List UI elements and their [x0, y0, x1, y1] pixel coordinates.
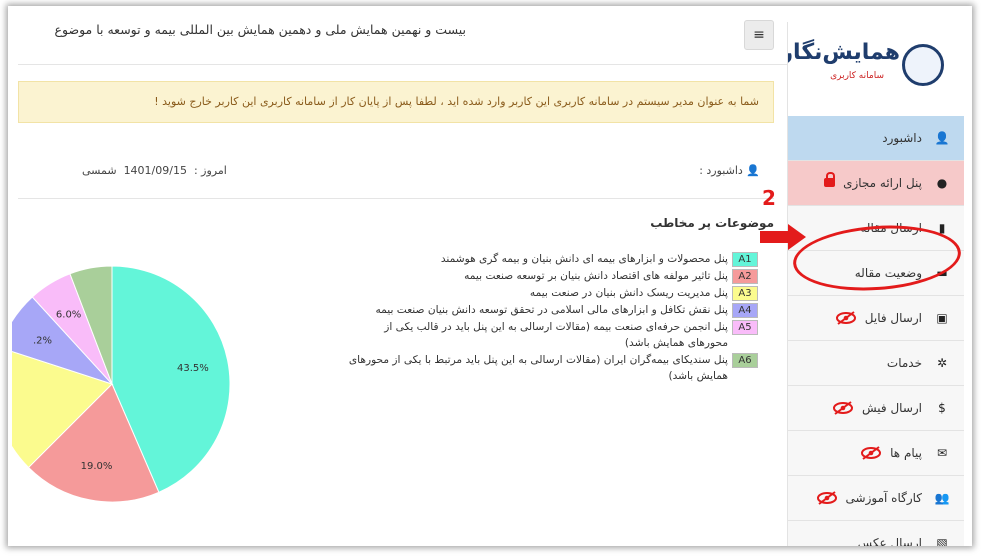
menu-toggle-button[interactable]: ≡: [744, 20, 774, 50]
legend-item: A3 پنل مدیریت ریسک دانش بنیان در صنعت بیم…: [348, 285, 758, 301]
hidden-eye-icon: [835, 311, 856, 325]
users-icon: 👥: [934, 491, 950, 505]
pie-data-label: 6.0%: [56, 310, 81, 321]
sidebar-item-upload[interactable]: ▣ ارسال فایل: [788, 296, 964, 341]
sidebar-item-image[interactable]: ▧ ارسال عکس: [788, 521, 964, 546]
hidden-eye-icon: [832, 401, 853, 415]
pie-data-label: 43.5%: [177, 363, 209, 374]
sidebar-item-users[interactable]: 👥 کارگاه آموزشی: [788, 476, 964, 521]
sidebar-item-label: ارسال عکس: [857, 536, 922, 546]
topics-pie-chart: 43.5% 19.0% .2% 6.0%: [12, 265, 231, 503]
bars-icon: ≡: [753, 27, 765, 43]
legend-item: A6 پنل سندیکای بیمه‌گران ایران (مقالات ار…: [348, 352, 758, 384]
sidebar-item-label: پنل ارائه مجازی: [843, 176, 922, 190]
legend-text: پنل سندیکای بیمه‌گران ایران (مقالات ارسا…: [348, 354, 728, 382]
dollar-icon: $: [938, 401, 946, 415]
user-icon: 👤: [746, 164, 760, 177]
legend-item: A2 پنل تاثیر مولفه های اقتصاد دانش بنیان …: [348, 268, 758, 284]
sidebar-item-label: ارسال فایل: [864, 311, 922, 325]
legend-text: پنل محصولات و ابزارهای بیمه ای دانش بنیا…: [440, 253, 728, 265]
sidebar-item-cogs[interactable]: ✲ خدمات: [788, 341, 964, 386]
logo: همایش‌نگار سامانه کاربری: [788, 22, 964, 117]
globe-icon: ●: [936, 176, 948, 190]
today-date: امروز : 1401/09/15 شمسی: [82, 164, 227, 177]
lock-icon: [824, 171, 836, 187]
legend-text: پنل نقش تکافل و ابزارهای مالی اسلامی در …: [375, 304, 728, 316]
today-value: 1401/09/15: [123, 164, 187, 177]
sidebar-item-label: پیام ها: [890, 446, 922, 460]
upload-icon: ▣: [936, 311, 948, 325]
sidebar-item-globe[interactable]: ● پنل ارائه مجازی: [788, 161, 964, 206]
envelope-icon: ✉: [936, 446, 948, 460]
image-icon: ▧: [936, 536, 948, 546]
logo-title: همایش‌نگار: [787, 40, 900, 65]
main-content: بیست و نهمین همایش ملی و دهمین همایش بین…: [12, 6, 788, 546]
legend-text: پنل انجمن حرفه‌ای صنعت بیمه (مقالات ارسا…: [384, 321, 728, 349]
pie-data-label: 19.0%: [81, 461, 113, 472]
chart-legend: A1 پنل محصولات و ابزارهای بیمه ای دانش بن…: [348, 251, 758, 385]
sidebar-item-label: کارگاه آموزشی: [845, 491, 922, 505]
legend-key: A5: [732, 320, 758, 335]
legend-item: A5 پنل انجمن حرفه‌ای صنعت بیمه (مقالات ار…: [348, 319, 758, 351]
annotation-number: 2: [762, 186, 776, 210]
admin-alert: شما به عنوان مدیر سیستم در سامانه کاربری…: [18, 81, 774, 123]
dashboard-label-text: داشبورد :: [699, 164, 743, 177]
hidden-eye-icon: [861, 446, 882, 460]
sidebar-item-label: داشبورد: [882, 131, 922, 145]
page-title: بیست و نهمین همایش ملی و دهمین همایش بین…: [54, 22, 466, 37]
legend-text: پنل تاثیر مولفه های اقتصاد دانش بنیان بر…: [464, 270, 728, 282]
today-label: امروز :: [193, 164, 227, 177]
legend-item: A1 پنل محصولات و ابزارهای بیمه ای دانش بن…: [348, 251, 758, 267]
sidebar-item-label: خدمات: [886, 356, 922, 370]
legend-item: A4 پنل نقش تکافل و ابزارهای مالی اسلامی د…: [348, 302, 758, 318]
sidebar-item-label: ارسال فیش: [861, 401, 922, 415]
dashboard-label: 👤 داشبورد :: [699, 164, 760, 177]
legend-key: A1: [732, 252, 758, 267]
logo-subtitle: سامانه کاربری: [830, 71, 884, 81]
legend-key: A2: [732, 269, 758, 284]
sidebar-item-envelope[interactable]: ✉ پیام ها: [788, 431, 964, 476]
today-unit: شمسی: [82, 164, 117, 177]
legend-key: A3: [732, 286, 758, 301]
popular-topics-title: موضوعات پر مخاطب: [650, 216, 774, 230]
dashboard-header: 👤 داشبورد : امروز : 1401/09/15 شمسی: [18, 156, 774, 199]
legend-key: A6: [732, 353, 758, 368]
logo-emblem-icon: [902, 44, 944, 86]
user-icon: 👤: [934, 131, 950, 145]
sidebar-item-user[interactable]: 👤 داشبورد: [788, 116, 964, 161]
hidden-eye-icon: [816, 491, 837, 505]
legend-text: پنل مدیریت ریسک دانش بنیان در صنعت بیمه: [529, 287, 728, 299]
pie-data-label: .2%: [33, 335, 52, 346]
sidebar-item-dollar[interactable]: $ ارسال فیش: [788, 386, 964, 431]
legend-key: A4: [732, 303, 758, 318]
cogs-icon: ✲: [936, 356, 948, 370]
sidebar-menu: 👤 داشبورد ● پنل ارائه مجازی ▮ ارسال مقاله ▬ وضع…: [788, 116, 964, 546]
top-bar: بیست و نهمین همایش ملی و دهمین همایش بین…: [18, 6, 788, 65]
